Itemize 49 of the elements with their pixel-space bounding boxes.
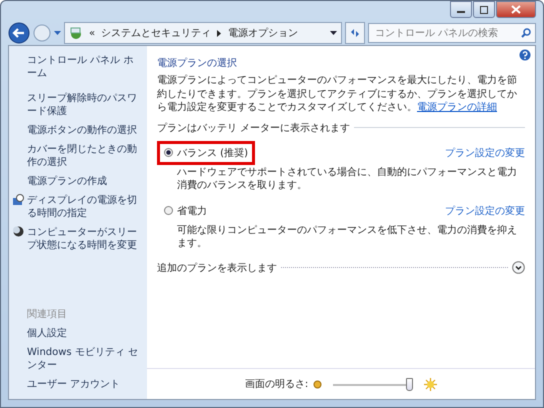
- section-heading: 関連項目: [27, 308, 68, 321]
- plan-name[interactable]: 省電力: [177, 204, 207, 218]
- breadcrumb[interactable]: «: [89, 28, 96, 38]
- maximize-icon: [479, 6, 489, 14]
- chevron-icon[interactable]: [217, 30, 222, 36]
- close-button[interactable]: [496, 1, 536, 18]
- refresh-icon: [349, 27, 361, 39]
- minimize-button[interactable]: [450, 1, 472, 18]
- expand-icon[interactable]: [512, 261, 525, 274]
- sidebar-link[interactable]: ディスプレイの電源を切る時間の指定: [27, 194, 141, 220]
- details-link[interactable]: 電源プランの詳細: [417, 102, 497, 113]
- plan-name[interactable]: バランス (推奨): [177, 146, 248, 160]
- search-field[interactable]: コントロール パネルの検索: [368, 23, 536, 43]
- radio-button[interactable]: [164, 148, 173, 157]
- maximize-button[interactable]: [473, 1, 495, 18]
- page-title: 電源プランの選択: [157, 56, 238, 70]
- plan-description: ハードウェアでサポートされている場合に、自動的にパフォーマンスと電力消費のバランスを取ります。: [177, 166, 518, 192]
- search-icon: [521, 28, 531, 38]
- help-icon[interactable]: [519, 49, 531, 61]
- sidebar-link[interactable]: Windows モビリティ センター: [27, 346, 141, 372]
- sidebar-link[interactable]: 個人設定: [27, 327, 141, 340]
- breadcrumb[interactable]: システムとセキュリティ: [101, 26, 212, 40]
- plan-description: 可能な限りコンピューターのパフォーマンスを低下させ、電力の消費を抑えます。: [177, 224, 518, 250]
- dim-sun-icon: [313, 380, 322, 388]
- refresh-button[interactable]: [345, 22, 365, 44]
- sidebar-link[interactable]: カバーを閉じたときの動作の選択: [27, 143, 141, 169]
- bright-sun-icon: [424, 378, 438, 390]
- sidebar-link[interactable]: スリープ解除時のパスワード保護: [27, 92, 141, 118]
- radio-button[interactable]: [164, 206, 173, 215]
- intro-text: 電源プランによってコンピューターのパフォーマンスを最大にしたり、電力を節約したりできます。プランを選択してアクティブにするか、プランを選択してから電力設定を変更することでカスタマイズしてください。電源プランの詳細: [157, 74, 518, 114]
- clock-monitor-icon: [13, 194, 24, 205]
- plan-settings-link[interactable]: プラン設定の変更: [445, 146, 525, 160]
- plan-settings-link[interactable]: プラン設定の変更: [445, 204, 525, 218]
- back-icon[interactable]: [8, 22, 30, 44]
- dropdown-icon[interactable]: [330, 30, 337, 36]
- address-bar[interactable]: « システムとセキュリティ 電源オプション: [64, 22, 342, 44]
- moon-icon: [13, 226, 24, 237]
- close-icon: [511, 5, 521, 14]
- sidebar-link[interactable]: 電源プランの作成: [27, 175, 107, 188]
- brightness-label: 画面の明るさ:: [244, 378, 308, 391]
- control-panel-icon: [69, 26, 83, 40]
- sidebar-link[interactable]: コンピューターがスリープ状態になる時間を変更: [27, 226, 141, 252]
- group-label: プランはバッテリ メーターに表示されます: [157, 122, 350, 134]
- sidebar-link[interactable]: 電源ボタンの動作の選択: [27, 124, 137, 137]
- sidebar-link[interactable]: コントロール パネル ホーム: [27, 54, 141, 80]
- breadcrumb[interactable]: 電源オプション: [228, 26, 298, 40]
- sidebar-link[interactable]: ユーザー アカウント: [27, 378, 141, 391]
- slider-thumb[interactable]: [406, 378, 414, 390]
- more-plans-label: 追加のプランを表示します: [157, 262, 277, 274]
